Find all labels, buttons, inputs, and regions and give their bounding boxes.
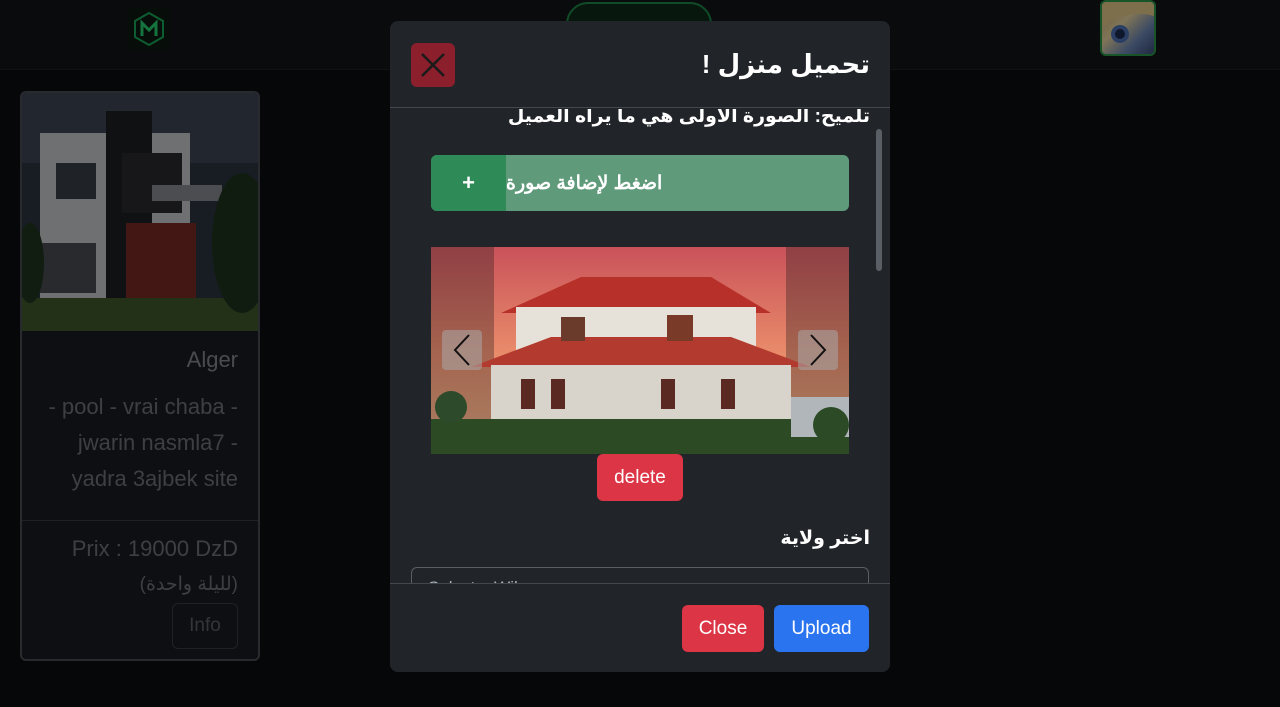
modal-title: تحميل منزل !: [701, 49, 870, 79]
carousel-next-button[interactable]: [798, 330, 838, 370]
carousel-prev-button[interactable]: [442, 330, 482, 370]
close-button[interactable]: Close: [682, 605, 764, 652]
chevron-right-icon: [810, 334, 827, 366]
close-icon: [421, 53, 445, 77]
modal-body: تلميح: الصورة الاولى هي ما يراه العميل +…: [390, 109, 890, 583]
modal-footer: Close Upload: [390, 583, 890, 672]
upload-button[interactable]: Upload: [774, 605, 869, 652]
chevron-left-icon: [453, 334, 470, 366]
modal-scrollbar[interactable]: [876, 129, 882, 271]
wilaya-select[interactable]: Select a Wilaya: [411, 567, 869, 583]
modal-close-button[interactable]: [411, 43, 455, 87]
wilaya-label: اختر ولاية: [780, 528, 870, 549]
delete-photo-button[interactable]: delete: [597, 454, 683, 501]
house-photo: [431, 247, 849, 454]
modal-header: تحميل منزل !: [390, 21, 890, 108]
upload-house-modal: تحميل منزل ! تلميح: الصورة الاولى هي ما …: [390, 21, 890, 672]
upload-hint: تلميح: الصورة الاولى هي ما يراه العميل: [507, 109, 870, 127]
add-photo-label: اضغط لإضافة صورة: [506, 172, 663, 194]
plus-icon: +: [431, 155, 506, 211]
add-photo-button[interactable]: + اضغط لإضافة صورة: [431, 155, 849, 211]
photo-carousel: [431, 247, 849, 454]
